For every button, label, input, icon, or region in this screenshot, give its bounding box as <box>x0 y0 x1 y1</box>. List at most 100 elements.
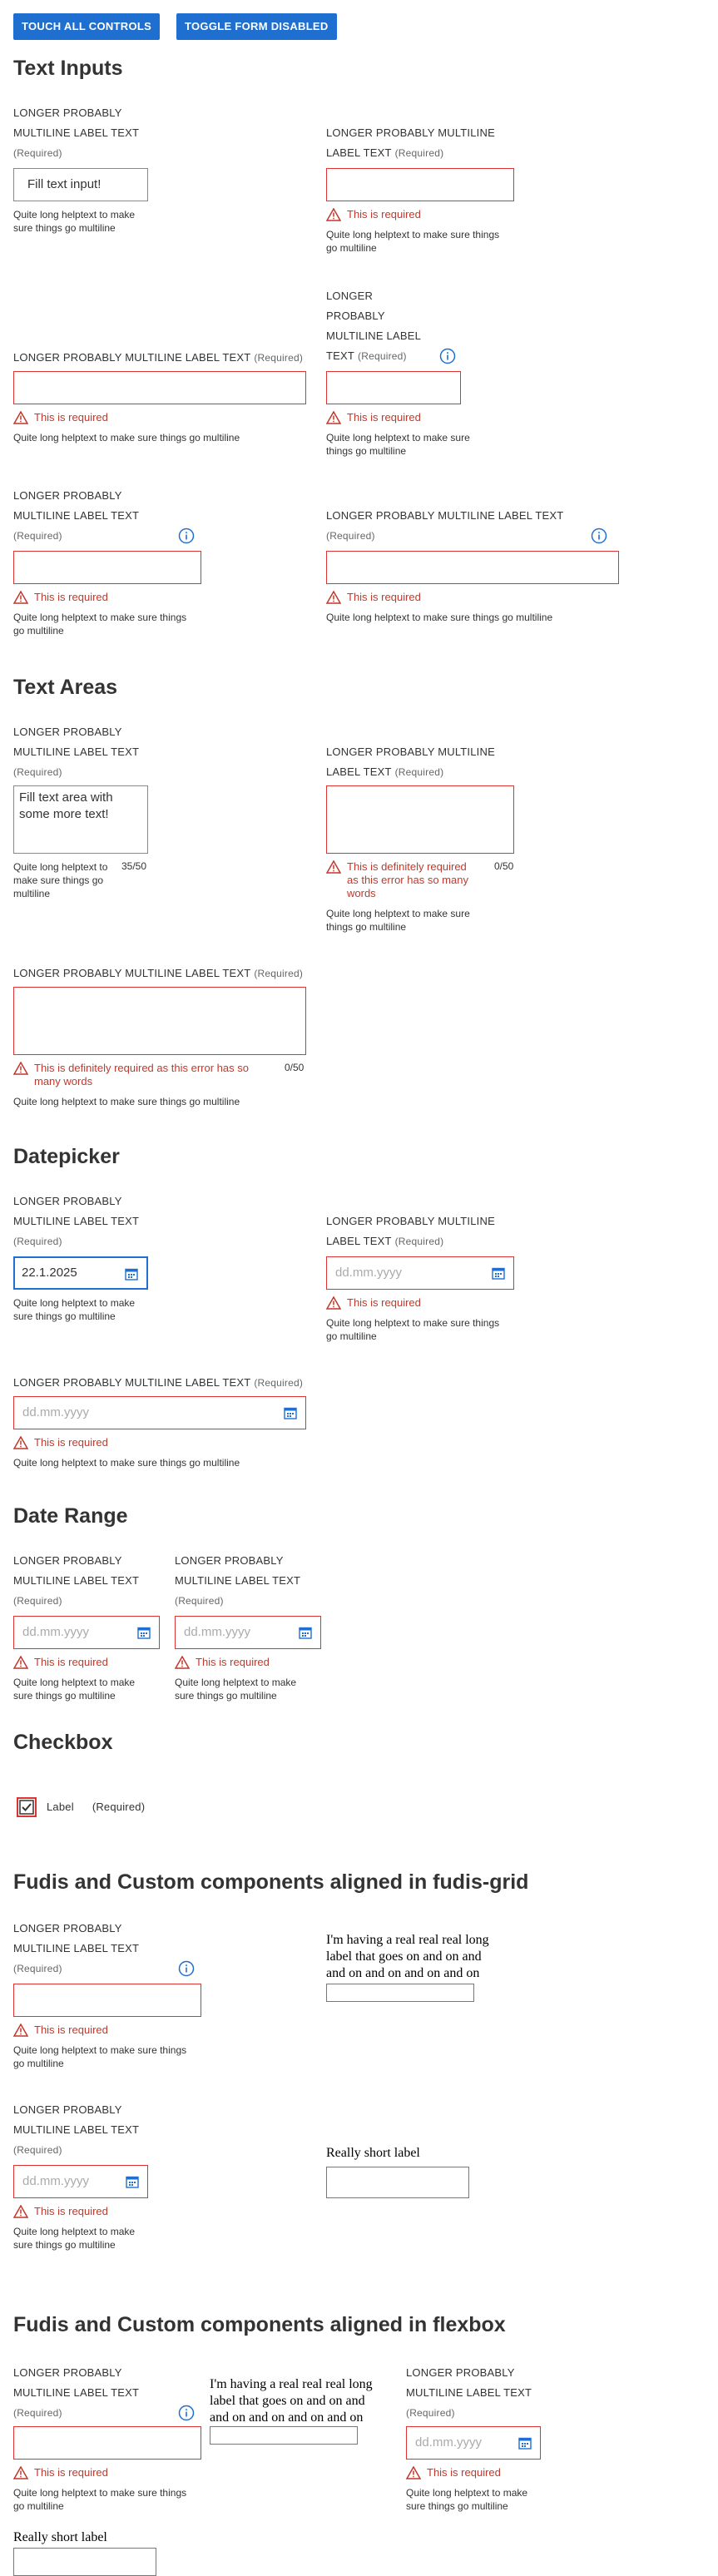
warning-icon <box>13 1656 28 1669</box>
checkbox-label[interactable]: Label (Required) <box>47 1797 145 1817</box>
custom-text-input[interactable] <box>326 2167 469 2198</box>
field-label: LONGER PROBABLY MULTILINE LABEL TEXT (Requ… <box>13 1554 140 1607</box>
helptext: Quite long helptext to make sure things g… <box>13 2226 136 2251</box>
helptext: Quite long helptext to make sure things g… <box>326 908 470 933</box>
info-icon[interactable] <box>591 528 607 544</box>
info-icon[interactable] <box>178 2405 195 2421</box>
text-input[interactable] <box>13 1984 201 2017</box>
field-label: LONGER PROBABLY MULTILINE LABEL TEXT (Requ… <box>326 1215 495 1247</box>
date-input[interactable]: dd.mm.yyyy <box>326 1256 514 1290</box>
toggle-form-disabled-button[interactable]: TOGGLE FORM DISABLED <box>176 13 337 40</box>
field-label: LONGER PROBABLY MULTILINE LABEL TEXT (Requ… <box>13 726 140 778</box>
checkbox[interactable] <box>17 1797 37 1817</box>
character-counter: 0/50 <box>285 1062 305 1073</box>
warning-icon <box>13 2024 28 2037</box>
calendar-icon[interactable] <box>284 1406 297 1419</box>
warning-icon <box>326 860 341 874</box>
custom-text-input[interactable] <box>210 2426 358 2445</box>
field-label: LONGER PROBABLY MULTILINE LABEL TEXT (Req… <box>13 351 304 364</box>
text-input[interactable] <box>13 551 201 584</box>
date-range-start-input[interactable]: dd.mm.yyyy <box>13 1616 160 1649</box>
info-icon[interactable] <box>178 528 195 544</box>
section-title-fudis-grid: Fudis and Custom components aligned in f… <box>13 1870 529 1894</box>
custom-label-short: Really short label <box>326 2146 420 2160</box>
text-area[interactable]: Fill text area with some more text! <box>13 785 148 854</box>
field-label: LONGER PROBABLY MULTILINE LABEL TEXT (Requ… <box>13 2366 140 2419</box>
character-counter: 35/50 <box>121 860 147 872</box>
calendar-icon[interactable] <box>137 1626 151 1639</box>
helptext: Quite long helptext to make sure things g… <box>175 1677 297 1702</box>
error-message: This is required <box>13 591 108 604</box>
date-input[interactable]: dd.mm.yyyy <box>13 2165 148 2198</box>
calendar-icon[interactable] <box>492 1266 505 1280</box>
warning-icon <box>13 411 28 424</box>
info-icon[interactable] <box>178 1960 195 1977</box>
error-message: This is definitely required as this erro… <box>13 1062 275 1088</box>
warning-icon <box>175 1656 190 1669</box>
helptext: Quite long helptext to make sure things g… <box>13 2044 187 2069</box>
field-label: LONGER PROBABLY MULTILINE LABEL TEXT (Requ… <box>326 126 495 159</box>
error-message: This is required <box>13 2466 108 2479</box>
date-input[interactable]: dd.mm.yyyy <box>13 1396 306 1429</box>
helptext: Quite long helptext to make sure things g… <box>326 229 500 254</box>
text-area[interactable] <box>326 785 514 854</box>
touch-all-controls-button[interactable]: TOUCH ALL CONTROLS <box>13 13 161 40</box>
section-title-flexbox: Fudis and Custom components aligned in f… <box>13 2313 506 2336</box>
field-label: LONGER PROBABLY MULTILINE LABEL TEXT (Requ… <box>13 489 140 542</box>
helptext: Quite long helptext to make sure things g… <box>13 1677 136 1702</box>
custom-text-input[interactable] <box>13 2548 156 2576</box>
field-label: LONGER PROBABLY MULTILINE LABEL TEXT (Requ… <box>13 1922 140 1974</box>
text-input[interactable] <box>13 371 306 404</box>
date-input[interactable]: dd.mm.yyyy <box>406 2426 541 2460</box>
calendar-icon[interactable] <box>299 1626 312 1639</box>
date-input[interactable]: 22.1.2025 <box>13 1256 148 1290</box>
helptext: Quite long helptext to make sure things … <box>326 612 553 623</box>
warning-icon <box>326 591 341 604</box>
section-title-date-range: Date Range <box>13 1504 128 1528</box>
date-range-end-input[interactable]: dd.mm.yyyy <box>175 1616 321 1649</box>
field-label: LONGER PROBABLY MULTILINE LABEL TEXT (Requ… <box>13 2103 140 2156</box>
warning-icon <box>326 1296 341 1310</box>
info-icon[interactable] <box>439 348 456 364</box>
text-area[interactable] <box>13 987 306 1055</box>
warning-icon <box>13 591 28 604</box>
helptext: Quite long helptext to make sure things g… <box>326 1317 500 1342</box>
warning-icon <box>13 2205 28 2218</box>
error-message: This is required <box>326 591 421 604</box>
error-message: This is required <box>326 411 421 424</box>
warning-icon <box>13 1436 28 1449</box>
helptext: Quite long helptext to make sure things g… <box>406 2487 528 2512</box>
text-input[interactable] <box>326 551 619 584</box>
helptext: Quite long helptext to make sure things g… <box>326 432 470 457</box>
field-label: LONGER PROBABLY MULTILINE LABEL TEXT (Req… <box>326 509 564 542</box>
helptext: Quite long helptext to make sure things g… <box>13 1297 136 1322</box>
custom-label-long: I'm having a real real real long label th… <box>210 2377 373 2425</box>
error-message: This is required <box>13 411 108 424</box>
section-title-text-inputs: Text Inputs <box>13 57 123 80</box>
helptext: Quite long helptext to make sure things g… <box>13 209 136 234</box>
calendar-icon[interactable] <box>126 2175 139 2188</box>
error-message: This is required <box>13 2205 108 2218</box>
warning-icon <box>326 411 341 424</box>
custom-label-long: I'm having a real real real long label th… <box>326 1933 489 1980</box>
text-input[interactable] <box>326 371 461 404</box>
calendar-icon[interactable] <box>518 2436 532 2450</box>
field-label: LONGER PROBABLY MULTILINE LABEL TEXT (Req… <box>13 967 304 979</box>
custom-text-input[interactable] <box>326 1984 474 2002</box>
character-counter: 0/50 <box>494 860 514 872</box>
calendar-icon[interactable] <box>125 1267 138 1281</box>
custom-label-short: Really short label <box>13 2530 107 2544</box>
helptext: Quite long helptext to make sure things … <box>13 432 240 443</box>
warning-icon <box>326 208 341 221</box>
field-label: LONGER PROBABLY MULTILINE LABEL TEXT (Requir… <box>326 290 422 362</box>
text-input[interactable]: Fill text input! <box>13 168 148 201</box>
text-input[interactable] <box>326 168 514 201</box>
section-title-datepicker: Datepicker <box>13 1145 120 1168</box>
helptext: Quite long helptext to make sure things g… <box>13 861 108 899</box>
error-message: This is definitely required as this error… <box>326 860 488 900</box>
helptext: Quite long helptext to make sure things g… <box>13 612 187 637</box>
field-label: LONGER PROBABLY MULTILINE LABEL TEXT (Requ… <box>326 746 495 778</box>
warning-icon <box>406 2466 421 2479</box>
error-message: This is required <box>326 208 421 221</box>
text-input[interactable] <box>13 2426 201 2460</box>
